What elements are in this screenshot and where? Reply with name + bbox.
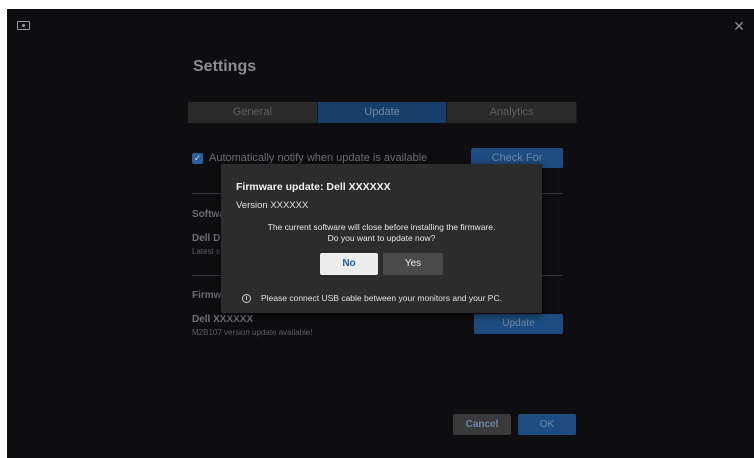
auto-notify-label: Automatically notify when update is avai… xyxy=(209,152,428,164)
monitor-icon xyxy=(17,21,30,30)
tab-update[interactable]: Update xyxy=(317,102,448,123)
dialog-note: i Please connect USB cable between your … xyxy=(242,293,502,303)
tab-general[interactable]: General xyxy=(188,102,318,123)
settings-window: ✕ Settings General Update Analytics ✓ Au… xyxy=(7,9,754,458)
yes-button[interactable]: Yes xyxy=(383,253,443,275)
dialog-message-line: Do you want to update now? xyxy=(327,233,436,243)
tab-bar: General Update Analytics xyxy=(188,102,578,123)
info-icon: i xyxy=(242,293,251,303)
auto-notify-checkbox[interactable]: ✓ xyxy=(192,152,203,164)
dialog-version: Version XXXXXX xyxy=(236,200,309,211)
dialog-title: Firmware update: Dell XXXXXX xyxy=(236,181,391,193)
software-item-subtitle: Latest s xyxy=(192,247,221,256)
firmware-update-dialog: Firmware update: Dell XXXXXX Version XXX… xyxy=(221,164,542,313)
dialog-buttons: No Yes xyxy=(320,253,443,275)
firmware-item-title: Dell XXXXXX xyxy=(192,314,254,325)
tab-analytics[interactable]: Analytics xyxy=(447,102,578,123)
page-title: Settings xyxy=(193,58,257,75)
software-item-title: Dell Di xyxy=(192,233,224,244)
cancel-button[interactable]: Cancel xyxy=(453,414,511,435)
close-icon[interactable]: ✕ xyxy=(732,19,746,33)
dialog-message-line: The current software will close before i… xyxy=(267,222,496,232)
software-section-label: Softwa xyxy=(192,209,225,220)
ok-button[interactable]: OK xyxy=(518,414,576,435)
firmware-update-button[interactable]: Update xyxy=(474,314,563,334)
dialog-note-text: Please connect USB cable between your mo… xyxy=(261,293,502,303)
dialog-message: The current software will close before i… xyxy=(221,222,542,244)
firmware-section-label: Firmw xyxy=(192,290,222,301)
no-button[interactable]: No xyxy=(320,253,378,275)
firmware-item-subtitle: M2B107 version update available! xyxy=(192,328,313,337)
auto-notify-row: ✓ Automatically notify when update is av… xyxy=(192,152,427,164)
